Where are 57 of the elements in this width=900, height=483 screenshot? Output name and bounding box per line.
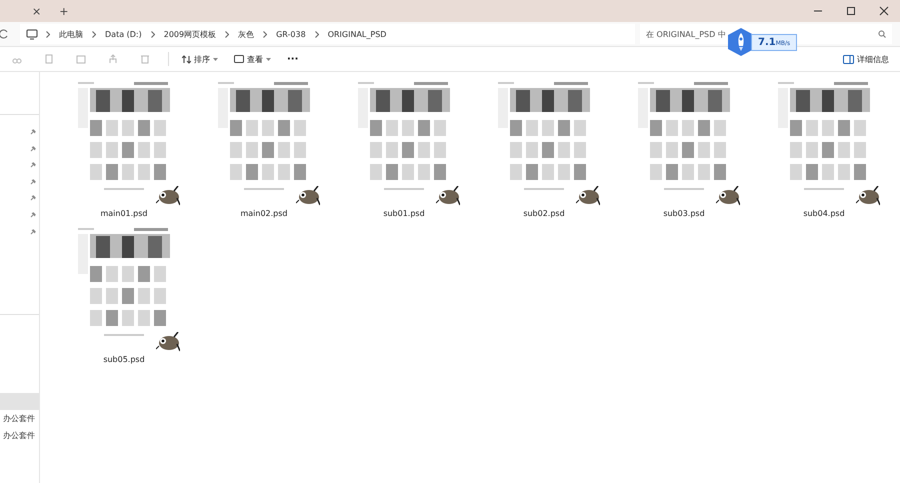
gimp-mascot-icon [436,186,460,206]
delete-icon[interactable] [140,54,150,64]
pin-icon [30,195,36,202]
gimp-mascot-icon [156,186,180,206]
sidebar-item[interactable] [0,393,39,410]
more-button[interactable]: ··· [282,50,304,68]
address-bar[interactable]: 此电脑 Data (D:) 2009网页模板 灰色 GR-038 ORIGINAL_PSD [20,24,635,44]
sidebar-item[interactable]: 办公套件 [3,410,39,427]
file-item[interactable]: sub01.psd [334,76,474,218]
breadcrumb-item[interactable]: 灰色 [238,28,254,40]
caret-icon [266,58,271,60]
pin-icon [30,146,36,152]
chevron-icon [263,30,268,38]
file-item[interactable]: sub03.psd [614,76,754,218]
breadcrumb-item[interactable]: ORIGINAL_PSD [328,30,386,38]
sidebar-item[interactable]: 办公套件 [3,427,39,444]
pin-icon [30,228,36,235]
chevron-icon [150,30,155,38]
share-icon[interactable] [108,54,118,64]
file-item[interactable]: sub04.psd [754,76,894,218]
close-icon [878,6,888,16]
close-tab-button[interactable]: × [29,4,44,18]
file-item[interactable]: main02.psd [194,76,334,218]
monitor-icon [234,54,244,64]
refresh-icon[interactable] [0,29,8,39]
paste-icon[interactable] [76,54,86,64]
caret-icon [213,58,218,60]
gimp-mascot-icon [296,186,320,206]
details-button[interactable]: 详细信息 [838,50,894,68]
breadcrumb-item[interactable]: 此电脑 [59,28,83,40]
chevron-icon [92,30,96,38]
breadcrumb-item[interactable]: Data (D:) [105,30,142,38]
panel-icon [843,54,854,64]
gimp-mascot-icon [856,186,880,206]
gimp-mascot-icon [576,186,600,206]
pin-icon [30,129,36,135]
file-item[interactable]: main01.psd [54,76,194,218]
sort-icon [182,54,191,64]
search-icon [878,30,886,38]
chevron-icon [225,30,230,38]
file-item[interactable]: sub02.psd [474,76,614,218]
breadcrumb-item[interactable]: 2009网页模板 [164,28,216,40]
gimp-mascot-icon [716,186,740,206]
monitor-icon [26,28,38,40]
sort-button[interactable]: 排序 [177,50,223,68]
copy-icon[interactable] [44,54,54,64]
view-button[interactable]: 查看 [229,50,276,68]
gimp-mascot-icon [156,332,180,352]
file-item[interactable]: sub05.psd [54,222,194,364]
chevron-icon [314,30,319,38]
maximize-icon [846,6,856,16]
breadcrumb-item[interactable]: GR-038 [276,30,306,38]
pin-icon [30,162,36,168]
new-tab-button[interactable]: + [56,4,72,18]
pin-icon [30,178,36,185]
pin-icon [30,212,36,218]
chevron-icon [46,30,50,38]
